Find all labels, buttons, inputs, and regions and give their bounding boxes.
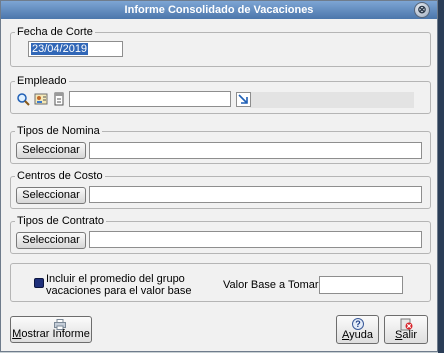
fecha-corte-input[interactable]: 23/04/2019 xyxy=(28,41,123,57)
centros-costo-input[interactable] xyxy=(89,186,422,203)
window-title: Informe Consolidado de Vacaciones xyxy=(124,4,314,16)
fecha-corte-value: 23/04/2019 xyxy=(31,43,89,55)
tipos-contrato-label: Tipos de Contrato xyxy=(15,215,107,228)
ayuda-label: Ayuda xyxy=(342,329,373,341)
valor-base-input[interactable] xyxy=(319,276,403,294)
card-icon[interactable] xyxy=(34,92,48,106)
salir-button[interactable]: Salir xyxy=(384,315,428,344)
mostrar-informe-label: Mostrar Informe xyxy=(12,328,90,340)
mostrar-informe-button[interactable]: Mostrar Informe xyxy=(10,316,92,343)
close-icon[interactable]: ⊗ xyxy=(414,2,430,18)
title-bar: Informe Consolidado de Vacaciones xyxy=(1,1,437,19)
empleado-name-area xyxy=(250,92,414,108)
tipos-nomina-input[interactable] xyxy=(89,142,422,159)
promedio-label: Incluir el promedio del grupo vacaciones… xyxy=(46,273,211,297)
promedio-checkbox[interactable] xyxy=(34,278,44,288)
tipos-nomina-select-button[interactable]: Seleccionar xyxy=(16,142,86,159)
tipos-contrato-select-button[interactable]: Seleccionar xyxy=(16,232,86,249)
background-strip xyxy=(438,0,444,353)
fecha-corte-label: Fecha de Corte xyxy=(15,26,95,39)
pick-arrow-icon[interactable] xyxy=(236,92,251,107)
centros-costo-label: Centros de Costo xyxy=(15,170,105,183)
empleado-label: Empleado xyxy=(15,75,69,88)
tipos-contrato-input[interactable] xyxy=(89,231,422,248)
valor-base-label: Valor Base a Tomar xyxy=(223,279,319,291)
promedio-label-line1: Incluir el promedio del grupo xyxy=(46,273,185,285)
dialog-window: Informe Consolidado de Vacaciones ⊗ Fech… xyxy=(0,0,438,352)
tipos-nomina-label: Tipos de Nomina xyxy=(15,125,102,138)
promedio-label-line2: vacaciones para el valor base xyxy=(46,285,192,297)
document-icon[interactable] xyxy=(52,92,66,106)
ayuda-button[interactable]: ? Ayuda xyxy=(336,315,379,344)
search-icon[interactable] xyxy=(16,92,30,106)
centros-costo-select-button[interactable]: Seleccionar xyxy=(16,187,86,204)
salir-label: Salir xyxy=(394,329,417,341)
empleado-input[interactable] xyxy=(69,91,231,107)
